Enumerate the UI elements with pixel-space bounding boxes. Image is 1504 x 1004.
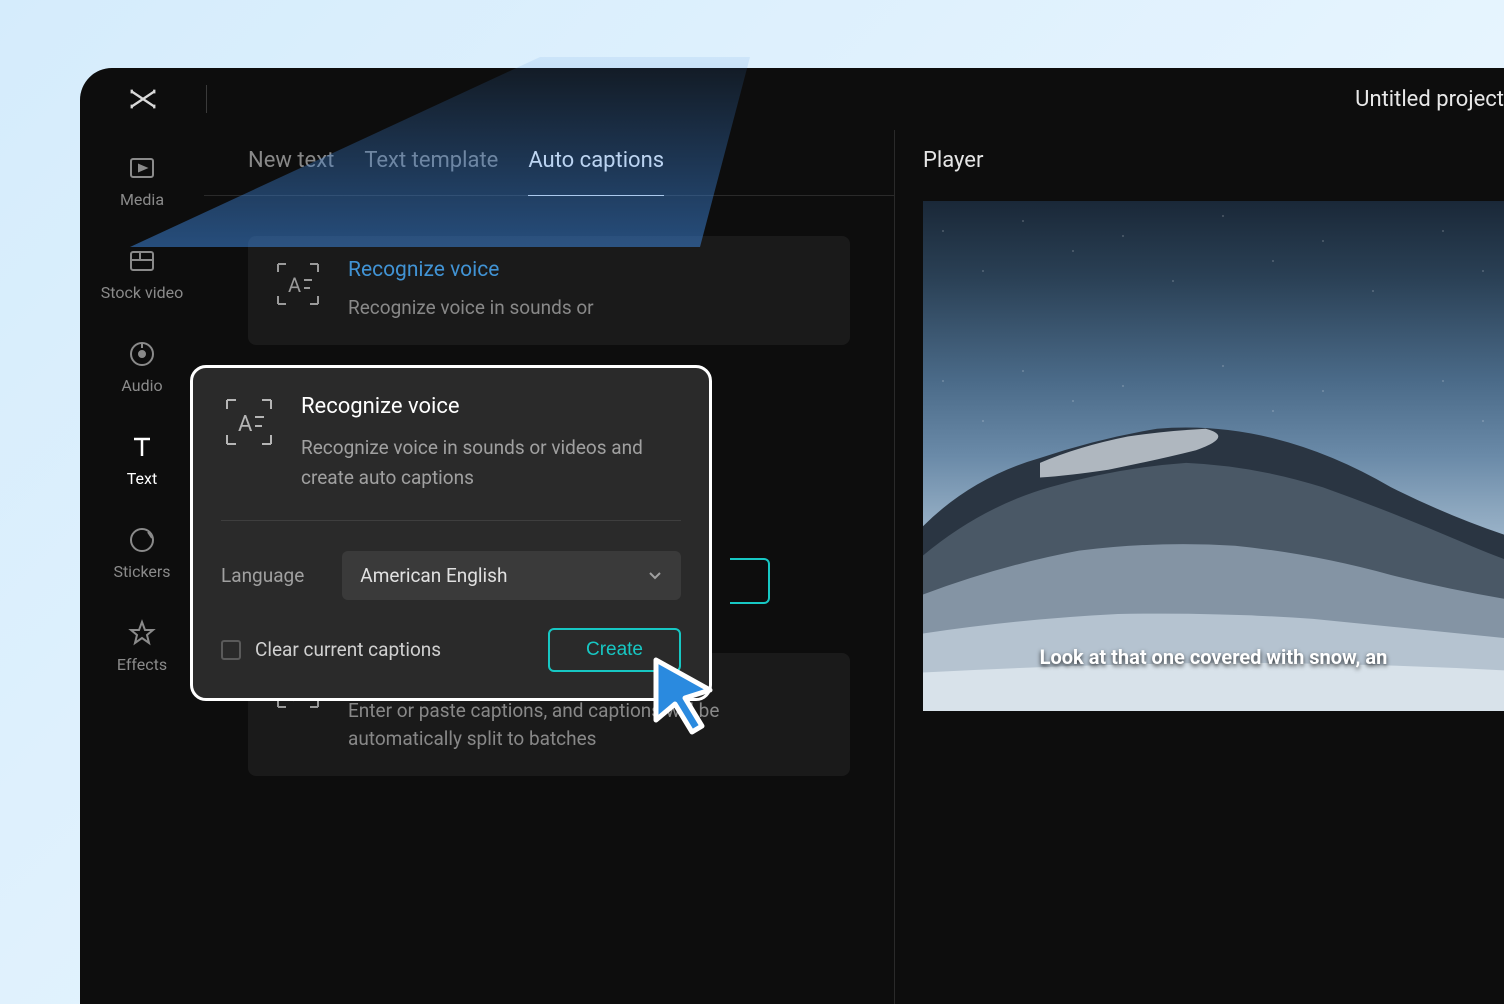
language-label: Language bbox=[221, 564, 304, 587]
popup-header: A Recognize voice Recognize voice in sou… bbox=[221, 394, 681, 521]
player-title: Player bbox=[923, 148, 1504, 173]
audio-icon bbox=[128, 340, 156, 368]
app-logo-icon bbox=[128, 84, 158, 114]
sidebar: Media Stock video bbox=[80, 130, 204, 1004]
sidebar-item-label: Stickers bbox=[113, 562, 170, 581]
clear-captions-checkbox[interactable] bbox=[221, 640, 241, 660]
sidebar-item-media[interactable]: Media bbox=[120, 154, 164, 209]
effects-icon bbox=[128, 619, 156, 647]
stickers-icon bbox=[128, 526, 156, 554]
sidebar-item-label: Stock video bbox=[101, 283, 183, 302]
auto-caption-icon: A bbox=[221, 394, 277, 450]
auto-caption-icon: A bbox=[272, 258, 324, 310]
svg-text:A: A bbox=[288, 273, 301, 297]
video-caption: Look at that one covered with snow, an bbox=[1040, 645, 1388, 669]
text-icon bbox=[128, 433, 156, 461]
card-desc: Enter or paste captions, and captions wi… bbox=[348, 697, 826, 754]
recognize-voice-popup: A Recognize voice Recognize voice in sou… bbox=[190, 365, 712, 701]
tab-auto-captions[interactable]: Auto captions bbox=[528, 148, 664, 195]
actions-row: Clear current captions Create bbox=[221, 628, 681, 672]
clear-captions-group: Clear current captions bbox=[221, 638, 441, 661]
sidebar-item-effects[interactable]: Effects bbox=[117, 619, 167, 674]
sidebar-item-audio[interactable]: Audio bbox=[121, 340, 162, 395]
stock-video-icon bbox=[128, 247, 156, 275]
player-panel: Player Look at that one covered with sno… bbox=[894, 130, 1504, 1004]
popup-title: Recognize voice bbox=[301, 394, 681, 419]
language-select[interactable]: American English bbox=[342, 551, 681, 600]
title-bar: Untitled project bbox=[80, 68, 1504, 130]
popup-body: Language American English Clear current … bbox=[221, 521, 681, 672]
video-preview[interactable]: Look at that one covered with snow, an bbox=[923, 201, 1504, 711]
media-icon bbox=[128, 154, 156, 182]
project-title: Untitled project bbox=[1355, 87, 1504, 112]
partial-highlight bbox=[730, 558, 770, 604]
sidebar-item-stock-video[interactable]: Stock video bbox=[101, 247, 183, 302]
tab-text-template[interactable]: Text template bbox=[364, 148, 498, 195]
sidebar-item-label: Media bbox=[120, 190, 164, 209]
sidebar-item-text[interactable]: Text bbox=[127, 433, 157, 488]
recognize-voice-card[interactable]: A Recognize voice Recognize voice in sou… bbox=[248, 236, 850, 345]
svg-text:A: A bbox=[238, 412, 253, 437]
chevron-down-icon bbox=[647, 567, 663, 583]
language-value: American English bbox=[360, 564, 507, 587]
create-button[interactable]: Create bbox=[548, 628, 681, 672]
sidebar-item-stickers[interactable]: Stickers bbox=[113, 526, 170, 581]
clear-captions-label: Clear current captions bbox=[255, 638, 441, 661]
title-divider bbox=[206, 85, 207, 113]
sidebar-item-label: Text bbox=[127, 469, 157, 488]
language-row: Language American English bbox=[221, 551, 681, 600]
card-title: Recognize voice bbox=[348, 258, 594, 282]
sidebar-item-label: Audio bbox=[121, 376, 162, 395]
popup-desc: Recognize voice in sounds or videos and … bbox=[301, 433, 681, 494]
card-desc: Recognize voice in sounds or bbox=[348, 294, 594, 323]
tab-new-text[interactable]: New text bbox=[248, 148, 334, 195]
tabs: New text Text template Auto captions bbox=[204, 130, 894, 196]
sidebar-item-label: Effects bbox=[117, 655, 167, 674]
